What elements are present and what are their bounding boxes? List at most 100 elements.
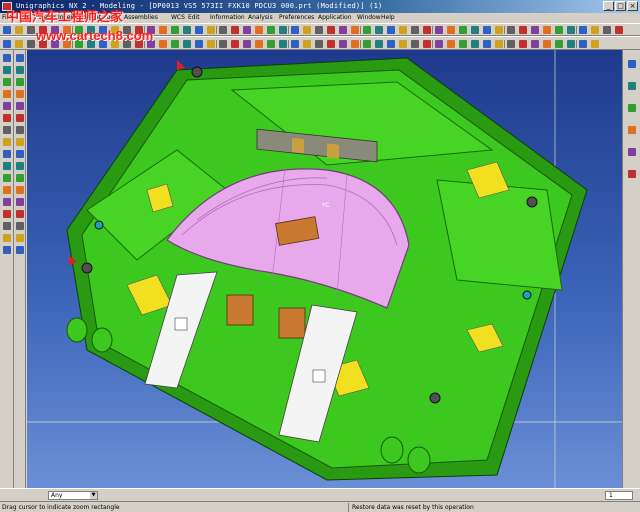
slot-icon[interactable] xyxy=(3,186,11,194)
standard-tool-46-icon[interactable] xyxy=(543,26,551,34)
standard-tool-38-icon[interactable] xyxy=(447,26,455,34)
standard-tool-20-icon[interactable] xyxy=(231,26,239,34)
menu-insert[interactable]: Insert xyxy=(58,14,75,21)
point-icon[interactable] xyxy=(3,54,11,62)
view-tool-42-icon[interactable] xyxy=(495,40,503,48)
spline-icon[interactable] xyxy=(3,90,11,98)
view-tool-46-icon[interactable] xyxy=(543,40,551,48)
view-tool-24-icon[interactable] xyxy=(279,40,287,48)
standard-tool-37-icon[interactable] xyxy=(435,26,443,34)
menu-tools[interactable]: Tools xyxy=(104,14,119,21)
assembly-navigator-icon[interactable] xyxy=(628,60,636,68)
standard-tool-45-icon[interactable] xyxy=(531,26,539,34)
view-tool-37-icon[interactable] xyxy=(435,40,443,48)
arc-icon[interactable] xyxy=(3,78,11,86)
standard-tool-22-icon[interactable] xyxy=(255,26,263,34)
view-tool-2-icon[interactable] xyxy=(15,40,23,48)
sphere-icon[interactable] xyxy=(3,246,11,254)
roles-icon[interactable] xyxy=(628,104,636,112)
menu-format[interactable]: Format xyxy=(80,14,101,21)
menu-edit[interactable]: Edit xyxy=(20,14,32,21)
view-tool-35-icon[interactable] xyxy=(411,40,419,48)
extrude-icon[interactable] xyxy=(3,114,11,122)
view-tool-33-icon[interactable] xyxy=(387,40,395,48)
standard-tool-28-icon[interactable] xyxy=(327,26,335,34)
menu-information[interactable]: Information xyxy=(210,14,245,21)
view-tool-38-icon[interactable] xyxy=(447,40,455,48)
unite-icon[interactable] xyxy=(16,54,24,62)
view-tool-1-icon[interactable] xyxy=(3,40,11,48)
part-navigator-icon[interactable] xyxy=(628,82,636,90)
view-tool-23-icon[interactable] xyxy=(267,40,275,48)
standard-tool-23-icon[interactable] xyxy=(267,26,275,34)
hole-icon[interactable] xyxy=(3,138,11,146)
revolve-icon[interactable] xyxy=(3,126,11,134)
view-tool-32-icon[interactable] xyxy=(375,40,383,48)
blend-icon[interactable] xyxy=(16,90,24,98)
standard-tool-25-icon[interactable] xyxy=(291,26,299,34)
groove-icon[interactable] xyxy=(3,198,11,206)
standard-tool-15-icon[interactable] xyxy=(171,26,179,34)
view-tool-18-icon[interactable] xyxy=(207,40,215,48)
standard-tool-36-icon[interactable] xyxy=(423,26,431,34)
standard-tool-19-icon[interactable] xyxy=(219,26,227,34)
view-tool-40-icon[interactable] xyxy=(471,40,479,48)
standard-tool-32-icon[interactable] xyxy=(375,26,383,34)
app-icon[interactable] xyxy=(2,2,12,11)
view-tool-29-icon[interactable] xyxy=(339,40,347,48)
shell-icon[interactable] xyxy=(16,114,24,122)
standard-tool-31-icon[interactable] xyxy=(363,26,371,34)
view-tool-16-icon[interactable] xyxy=(183,40,191,48)
standard-tool-39-icon[interactable] xyxy=(459,26,467,34)
split-icon[interactable] xyxy=(16,162,24,170)
title-bar[interactable]: Unigraphics NX 2 - Modeling - [DP0013 VS… xyxy=(0,0,640,13)
view-tool-30-icon[interactable] xyxy=(351,40,359,48)
palette-icon[interactable] xyxy=(628,170,636,178)
analyze-icon[interactable] xyxy=(16,210,24,218)
history-icon[interactable] xyxy=(628,126,636,134)
standard-tool-48-icon[interactable] xyxy=(567,26,575,34)
sketch-icon[interactable] xyxy=(3,102,11,110)
view-tool-17-icon[interactable] xyxy=(195,40,203,48)
view-tool-14-icon[interactable] xyxy=(159,40,167,48)
view-tool-44-icon[interactable] xyxy=(519,40,527,48)
view-tool-22-icon[interactable] xyxy=(255,40,263,48)
standard-tool-40-icon[interactable] xyxy=(471,26,479,34)
chevron-down-icon[interactable]: ▼ xyxy=(90,492,97,499)
close-button[interactable]: × xyxy=(627,1,638,11)
standard-tool-34-icon[interactable] xyxy=(399,26,407,34)
menu-application[interactable]: Application xyxy=(318,14,352,21)
boss-icon[interactable] xyxy=(3,150,11,158)
standard-tool-47-icon[interactable] xyxy=(555,26,563,34)
menu-preferences[interactable]: Preferences xyxy=(279,14,314,21)
view-tool-49-icon[interactable] xyxy=(579,40,587,48)
view-tool-19-icon[interactable] xyxy=(219,40,227,48)
view-tool-34-icon[interactable] xyxy=(399,40,407,48)
mirror-icon[interactable] xyxy=(16,174,24,182)
menu-analysis[interactable]: Analysis xyxy=(248,14,273,21)
pocket-icon[interactable] xyxy=(3,162,11,170)
subtract-icon[interactable] xyxy=(16,66,24,74)
standard-tool-30-icon[interactable] xyxy=(351,26,359,34)
standard-tool-49-icon[interactable] xyxy=(579,26,587,34)
standard-tool-29-icon[interactable] xyxy=(339,26,347,34)
intersect-icon[interactable] xyxy=(16,78,24,86)
menu-window[interactable]: Window xyxy=(357,14,381,21)
pattern-icon[interactable] xyxy=(16,186,24,194)
menu-edit-object[interactable]: Edit xyxy=(188,14,200,21)
view-tool-27-icon[interactable] xyxy=(315,40,323,48)
view-tool-25-icon[interactable] xyxy=(291,40,299,48)
cylinder-icon[interactable] xyxy=(3,222,11,230)
standard-tool-35-icon[interactable] xyxy=(411,26,419,34)
menu-view[interactable]: View xyxy=(38,14,52,21)
standard-tool-3-icon[interactable] xyxy=(27,26,35,34)
view-tool-45-icon[interactable] xyxy=(531,40,539,48)
view-tool-50-icon[interactable] xyxy=(591,40,599,48)
color-icon[interactable] xyxy=(16,234,24,242)
block-icon[interactable] xyxy=(3,210,11,218)
view-tool-47-icon[interactable] xyxy=(555,40,563,48)
pad-icon[interactable] xyxy=(3,174,11,182)
layer-icon[interactable] xyxy=(16,222,24,230)
view-tool-43-icon[interactable] xyxy=(507,40,515,48)
standard-tool-42-icon[interactable] xyxy=(495,26,503,34)
